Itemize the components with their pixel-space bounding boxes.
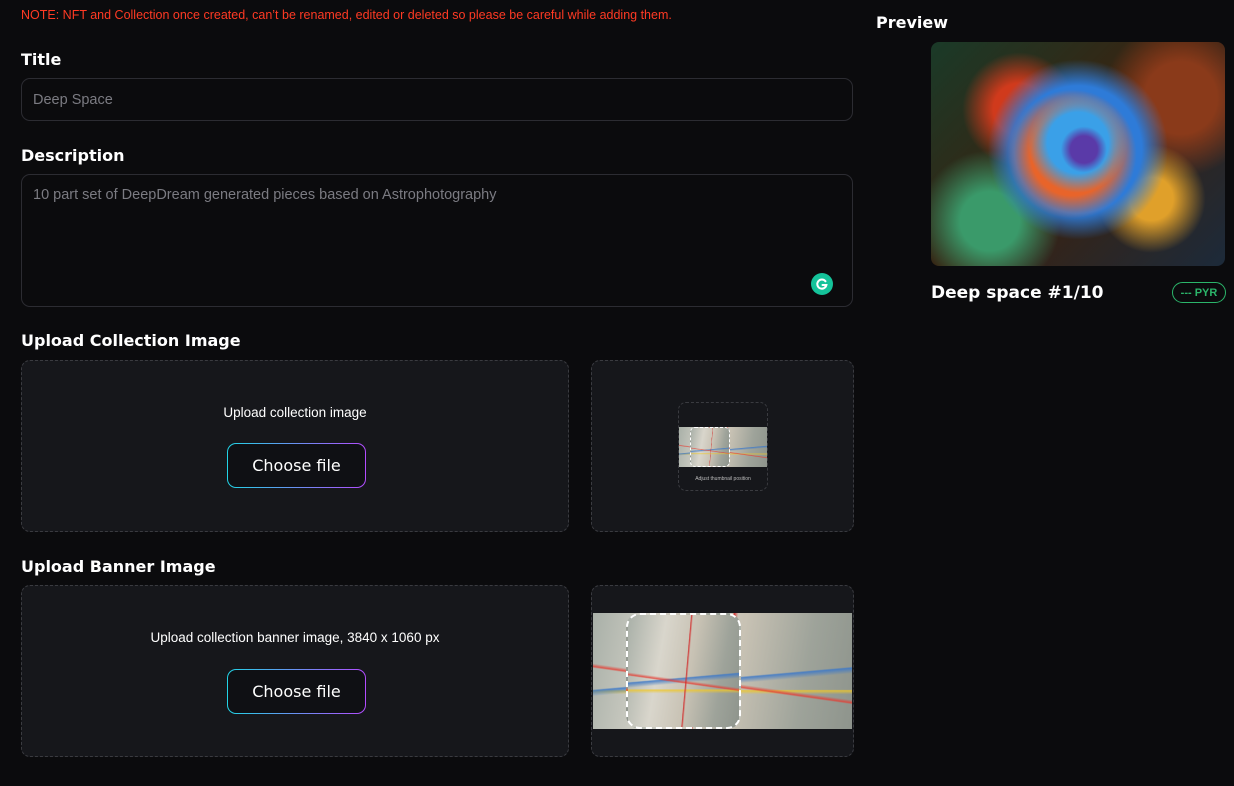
banner-image-preview-box [591, 585, 854, 757]
warning-note: NOTE: NFT and Collection once created, c… [21, 8, 672, 22]
description-label: Description [21, 146, 125, 165]
nft-preview-image [931, 42, 1225, 266]
description-value: 10 part set of DeepDream generated piece… [33, 187, 497, 203]
nft-title: Deep space #1/10 [931, 283, 1104, 303]
banner-choose-file-button[interactable]: Choose file [227, 669, 366, 714]
banner-image-prompt: Upload collection banner image, 3840 x 1… [150, 630, 440, 645]
thumbnail-crop-handle[interactable] [690, 427, 730, 467]
banner-image-dropzone[interactable]: Upload collection banner image, 3840 x 1… [21, 585, 569, 757]
collection-image-preview-box: Adjust thumbnail position [591, 360, 854, 532]
banner-image-label: Upload Banner Image [21, 557, 216, 576]
collection-image-prompt: Upload collection image [223, 405, 367, 420]
description-textarea[interactable]: 10 part set of DeepDream generated piece… [21, 174, 853, 307]
price-badge: --- PYR [1172, 282, 1226, 303]
collection-choose-file-button[interactable]: Choose file [227, 443, 366, 488]
title-input[interactable]: Deep Space [21, 78, 853, 121]
title-input-value: Deep Space [33, 92, 113, 108]
collection-image-label: Upload Collection Image [21, 331, 241, 350]
title-label: Title [21, 50, 62, 69]
banner-crop-handle[interactable] [626, 613, 741, 729]
thumb-caption: Adjust thumbnail position [695, 476, 751, 482]
preview-heading: Preview [876, 13, 949, 32]
collection-image-dropzone[interactable]: Upload collection image Choose file [21, 360, 569, 532]
thumbnail-frame: Adjust thumbnail position [678, 402, 768, 491]
grammarly-icon[interactable] [811, 273, 833, 295]
